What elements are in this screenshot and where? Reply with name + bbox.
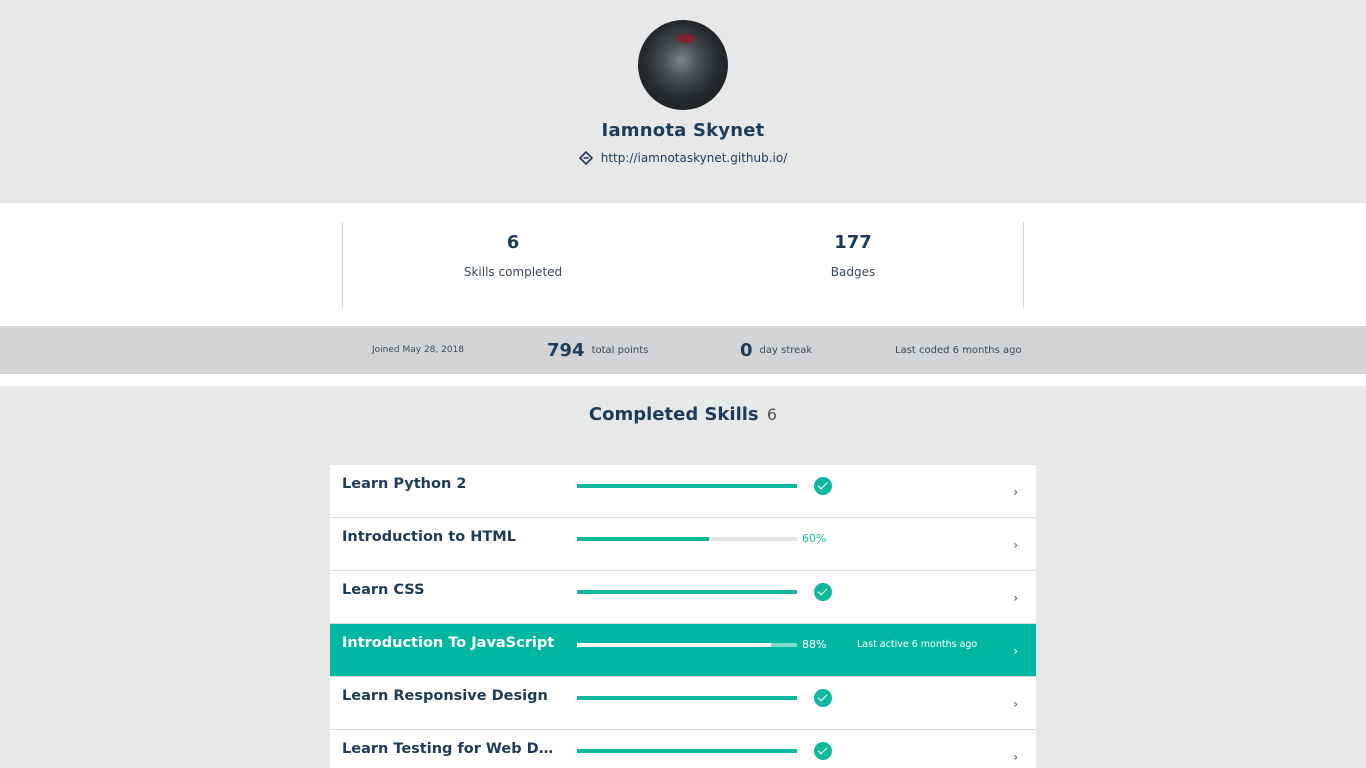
streak-label: day streak (759, 344, 813, 356)
skill-last-active: Last active 6 months ago (857, 639, 978, 650)
skill-row[interactable]: Introduction To JavaScript 88% Last active… (330, 624, 1036, 677)
check-circle-icon (814, 742, 832, 760)
skill-row[interactable]: Learn CSS › (330, 571, 1036, 624)
skill-name[interactable]: Learn Python 2 (342, 476, 466, 492)
streak-value: 0 (740, 339, 753, 361)
points-value: 794 (547, 339, 585, 361)
chevron-right-icon[interactable]: › (1013, 538, 1018, 552)
skill-name[interactable]: Learn CSS (342, 582, 425, 598)
chevron-right-icon[interactable]: › (1013, 644, 1018, 658)
check-circle-icon (814, 477, 832, 495)
profile-header: Iamnota Skynet http://iamnotaskynet.gith… (0, 0, 1366, 203)
skill-name[interactable]: Introduction To JavaScript (342, 635, 554, 651)
skill-progress-bar (577, 749, 797, 753)
stat-skills-completed: 6 Skills completed (343, 222, 683, 308)
skill-progress-bar (577, 590, 797, 594)
skill-name[interactable]: Learn Responsive Design (342, 688, 548, 704)
skill-row[interactable]: Introduction to HTML 60% › (330, 518, 1036, 571)
completed-skills-title: Completed Skills (588, 404, 759, 425)
skill-row[interactable]: Learn Testing for Web Devel... › (330, 730, 1036, 768)
skill-progress-fill (577, 696, 797, 700)
profile-name: Iamnota Skynet (601, 120, 765, 141)
chevron-right-icon[interactable]: › (1013, 697, 1018, 711)
stat-value: 177 (834, 232, 872, 253)
skill-progress-bar (577, 696, 797, 700)
skill-percent: 88% (802, 638, 827, 651)
skill-progress-fill (577, 537, 709, 541)
joined-date: Joined May 28, 2018 (372, 345, 465, 355)
meta-bar: Joined May 28, 2018 794 total points 0 d… (0, 326, 1366, 374)
skill-percent: 60% (802, 532, 827, 545)
skill-row[interactable]: Learn Responsive Design › (330, 677, 1036, 730)
skill-row[interactable]: Learn Python 2 › (330, 465, 1036, 518)
skill-list: Learn Python 2 › Introduction to HTML 60% › L… (330, 465, 1036, 768)
chevron-right-icon[interactable]: › (1013, 485, 1018, 499)
avatar-detail (676, 34, 696, 43)
chevron-right-icon[interactable]: › (1013, 750, 1018, 764)
last-coded: Last coded 6 months ago (895, 344, 1022, 356)
divider (0, 374, 1366, 386)
stats-panel: 6 Skills completed 177 Badges (0, 203, 1366, 326)
skill-progress-bar (577, 643, 797, 647)
stat-label: Badges (830, 265, 876, 279)
profile-website[interactable]: http://iamnotaskynet.github.io/ (578, 151, 788, 165)
skill-progress-bar (577, 537, 797, 541)
skill-progress-fill (577, 484, 797, 488)
chevron-right-icon[interactable]: › (1013, 591, 1018, 605)
skill-progress-fill (577, 749, 797, 753)
completed-skills-count: 6 (766, 405, 778, 424)
points-label: total points (591, 344, 649, 356)
avatar (638, 20, 728, 110)
check-circle-icon (814, 583, 832, 601)
skill-name[interactable]: Introduction to HTML (342, 529, 516, 545)
completed-skills-heading: Completed Skills 6 (0, 404, 1366, 425)
day-streak: 0 day streak (740, 326, 812, 374)
skill-name[interactable]: Learn Testing for Web Devel... (342, 741, 557, 757)
link-icon (578, 151, 593, 165)
stat-badges: 177 Badges (683, 222, 1023, 308)
skill-progress-fill (577, 643, 771, 647)
check-circle-icon (814, 689, 832, 707)
profile-website-url[interactable]: http://iamnotaskynet.github.io/ (601, 151, 788, 165)
skill-progress-bar (577, 484, 797, 488)
skill-progress-fill (577, 590, 797, 594)
total-points: 794 total points (547, 326, 648, 374)
stat-label: Skills completed (463, 265, 563, 279)
stat-value: 6 (506, 232, 520, 253)
